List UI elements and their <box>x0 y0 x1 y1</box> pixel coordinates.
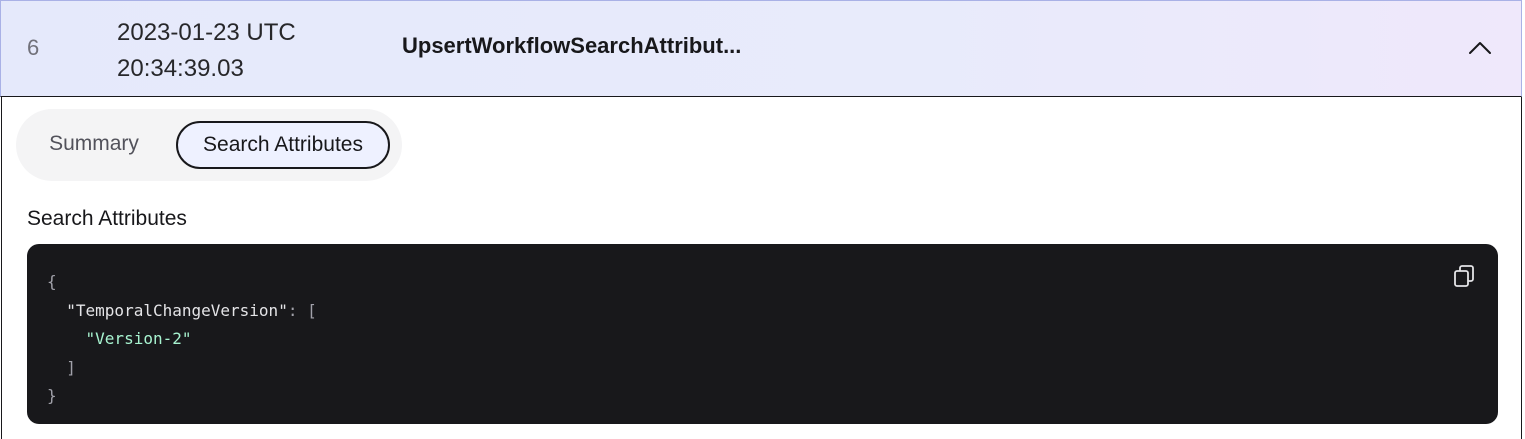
code-close-bracket: ] <box>66 357 76 377</box>
details-tab-bar: Summary Search Attributes <box>16 109 402 181</box>
event-details-panel: Summary Search Attributes Search Attribu… <box>1 97 1522 439</box>
code-string-value: "Version-2" <box>85 329 192 348</box>
code-colon-bracket: : [ <box>287 300 317 320</box>
chevron-up-icon <box>1469 42 1491 54</box>
event-id: 6 <box>27 35 40 60</box>
copy-icon <box>1454 265 1474 287</box>
tab-summary[interactable]: Summary <box>34 121 154 167</box>
code-close-brace: } <box>47 386 57 405</box>
event-timestamp-date: 2023-01-23 UTC <box>117 19 296 46</box>
event-type: UpsertWorkflowSearchAttribut... <box>402 33 742 58</box>
json-code: { "TemporalChangeVersion": [ "Version-2"… <box>47 268 317 411</box>
collapse-toggle-button[interactable] <box>1463 35 1497 61</box>
event-timestamp: 2023-01-23 UTC 20:34:39.03 <box>117 15 296 87</box>
copy-button[interactable] <box>1452 264 1478 290</box>
event-row[interactable]: 6 2023-01-23 UTC 20:34:39.03 UpsertWorkf… <box>0 0 1522 97</box>
tab-search-attributes[interactable]: Search Attributes <box>176 121 390 169</box>
code-key: "TemporalChangeVersion" <box>66 300 288 320</box>
code-block: { "TemporalChangeVersion": [ "Version-2"… <box>27 244 1498 424</box>
code-open-brace: { <box>47 272 57 291</box>
event-timestamp-time: 20:34:39.03 <box>117 55 244 82</box>
section-heading: Search Attributes <box>27 207 187 230</box>
